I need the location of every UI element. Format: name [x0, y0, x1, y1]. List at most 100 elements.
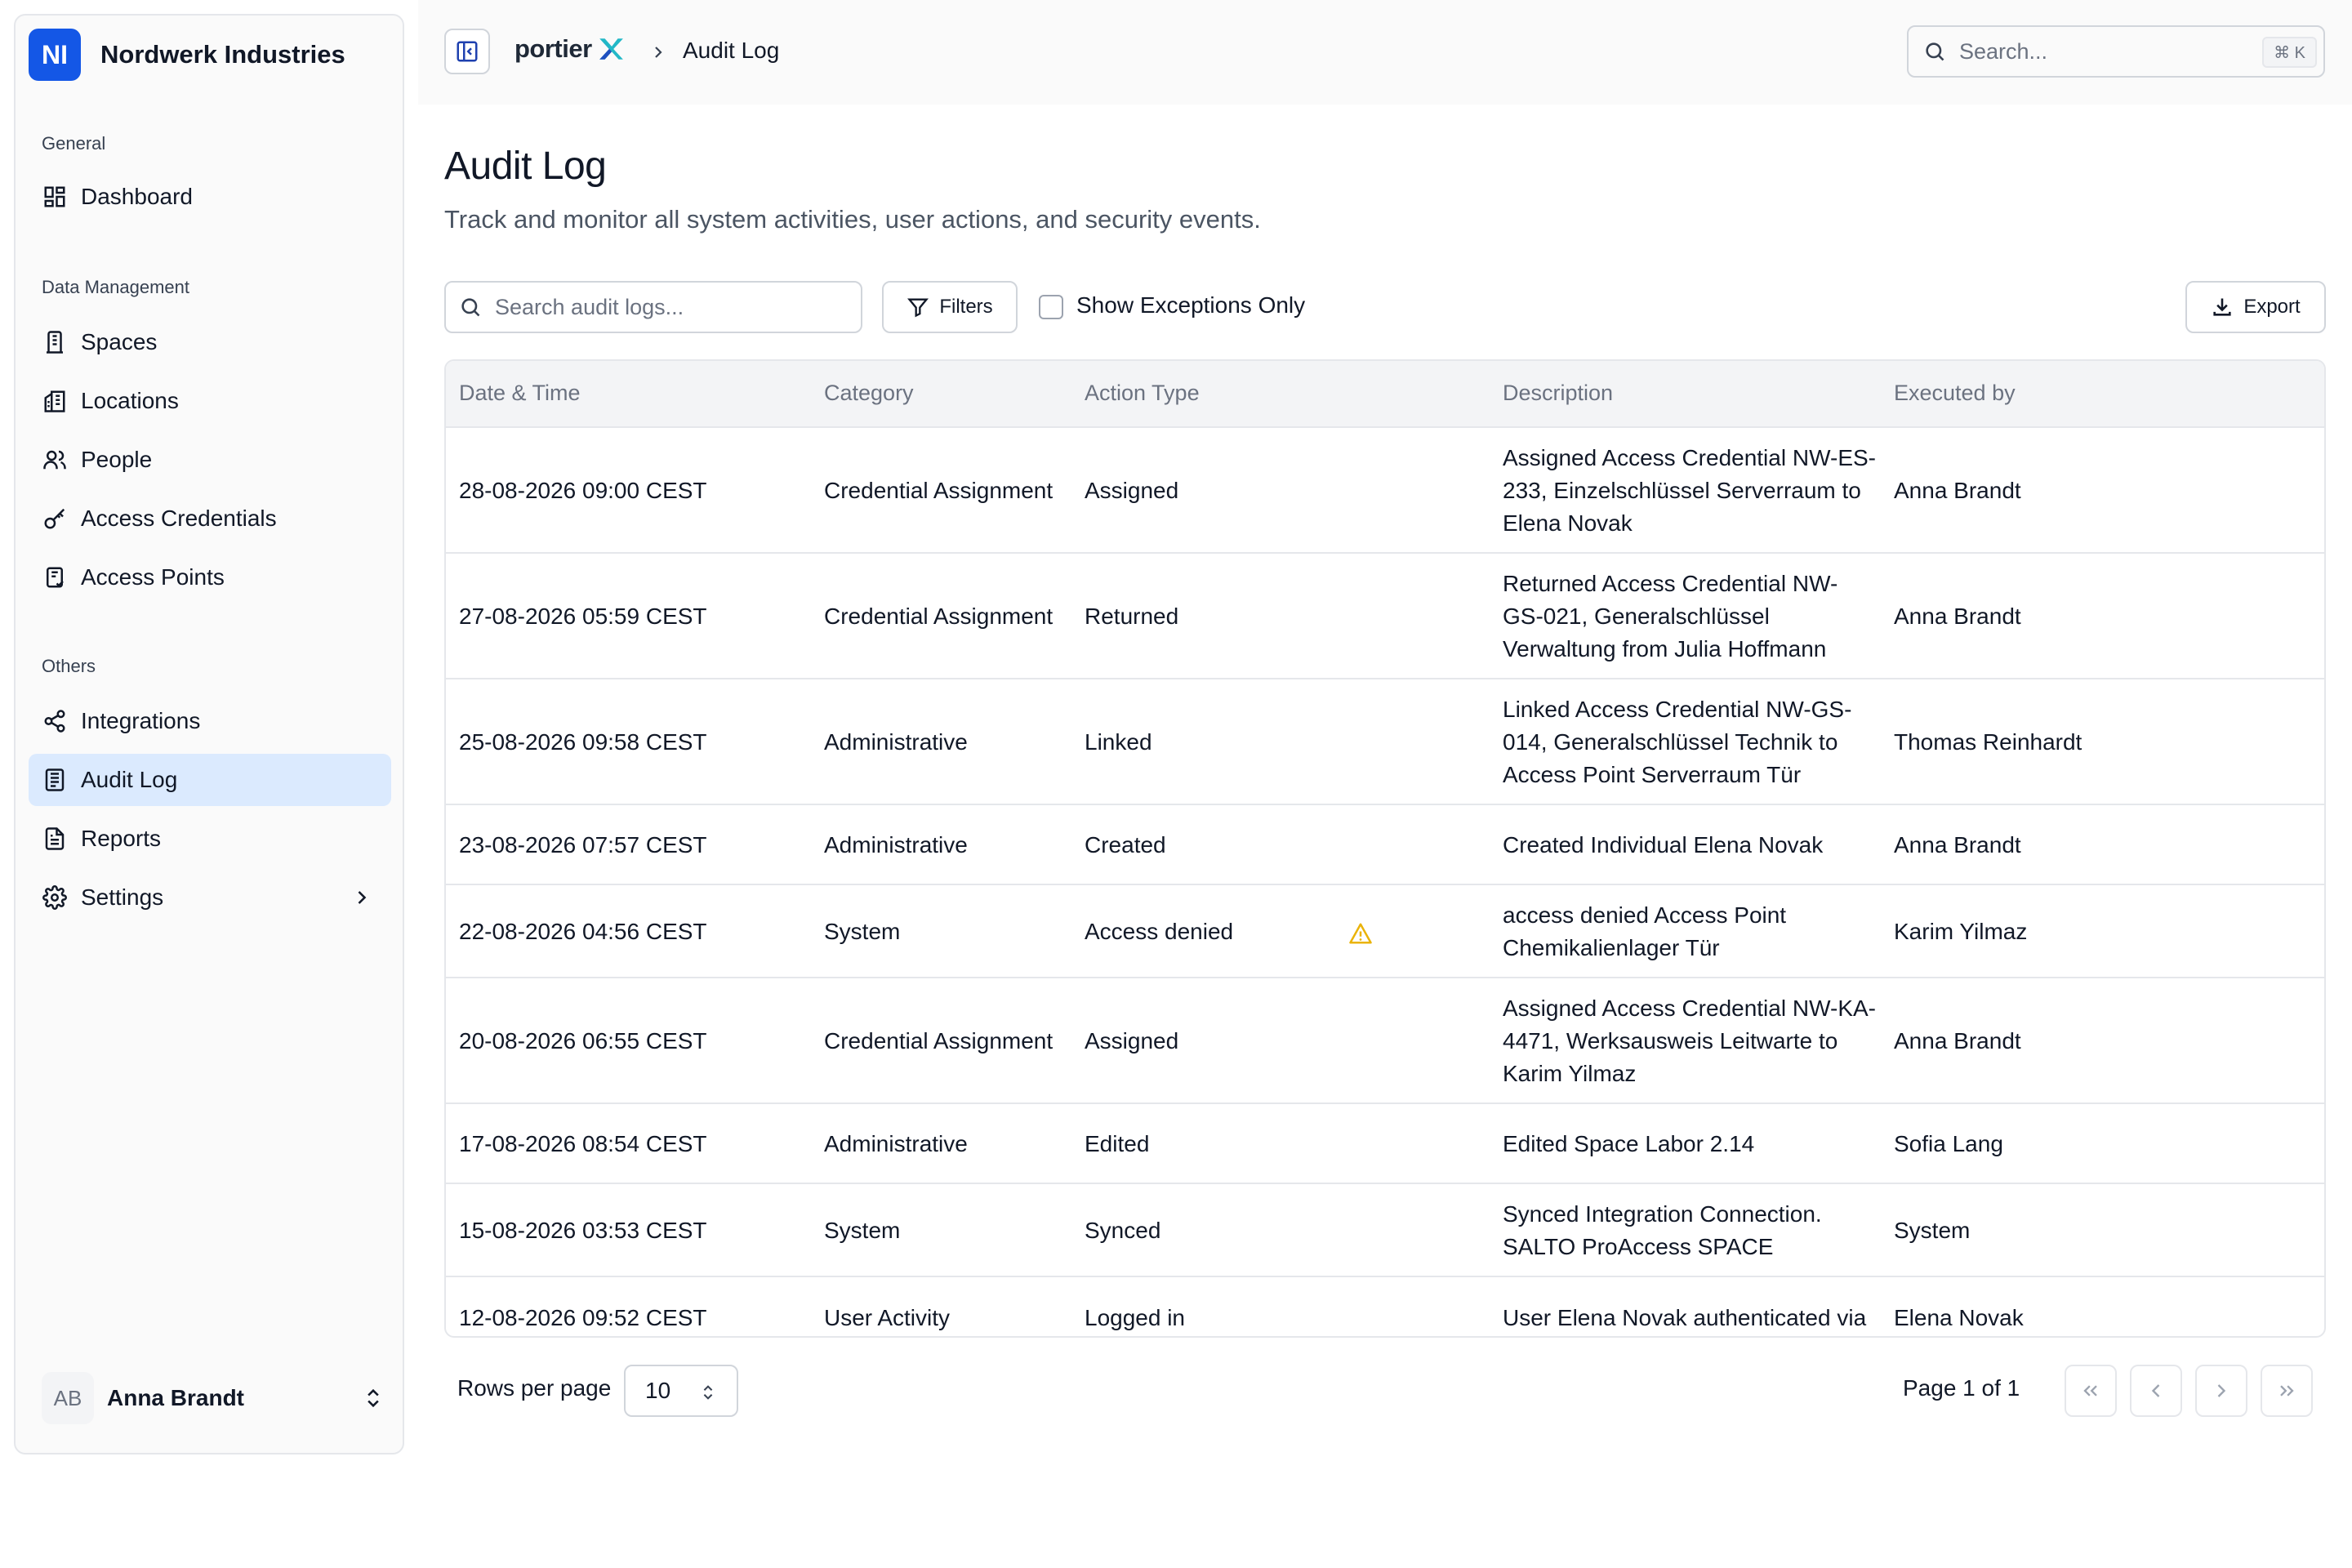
sidebar-item-dashboard[interactable]: Dashboard: [29, 171, 391, 223]
table-row[interactable]: 12-08-2026 09:52 CEST User Activity Logged…: [446, 1277, 2324, 1336]
rows-per-page-select[interactable]: 10: [624, 1365, 738, 1417]
cell-description: Returned Access Credential NW-GS-021, Ge…: [1503, 571, 1838, 662]
filters-button[interactable]: Filters: [882, 281, 1018, 333]
sidebar-item-label: People: [81, 447, 153, 472]
table-row[interactable]: 20-08-2026 06:55 CEST Credential Assignme…: [446, 978, 2324, 1104]
buildings-icon: [42, 388, 68, 414]
next-page-button[interactable]: [2195, 1365, 2247, 1417]
brand-mark-icon: [599, 38, 623, 60]
table-header: Date & Time Category Action Type Descrip…: [446, 361, 2324, 428]
cell-action-type: Assigned: [1085, 1028, 1179, 1054]
column-header-date: Date & Time: [459, 381, 581, 405]
cell-description: Linked Access Credential NW-GS-014, Gene…: [1503, 697, 1852, 787]
column-header-executed-by: Executed by: [1894, 381, 2016, 405]
audit-log-table: Date & Time Category Action Type Descrip…: [444, 359, 2326, 1338]
previous-page-button[interactable]: [2130, 1365, 2182, 1417]
cell-date: 15-08-2026 03:53 CEST: [459, 1218, 707, 1243]
breadcrumb-chevron-icon: [655, 47, 662, 58]
table-row[interactable]: 17-08-2026 08:54 CEST Administrative Edite…: [446, 1104, 2324, 1184]
sidebar-item-label: Spaces: [81, 329, 158, 354]
sidebar-item-spaces[interactable]: Spaces: [29, 316, 391, 368]
panel-left-icon: [457, 41, 478, 62]
user-menu[interactable]: AB Anna Brandt: [42, 1370, 385, 1427]
sidebar-item-label: Locations: [81, 388, 179, 413]
cell-action-type: Assigned: [1085, 478, 1179, 503]
table-row[interactable]: 22-08-2026 04:56 CEST System Access denied…: [446, 885, 2324, 978]
sidebar-item-label: Dashboard: [81, 184, 193, 209]
user-name: Anna Brandt: [107, 1385, 244, 1410]
cell-category: Credential Assignment: [824, 1028, 1054, 1054]
column-header-action-type: Action Type: [1085, 381, 1200, 405]
cell-action-type: Logged in: [1085, 1305, 1186, 1330]
cell-description: Edited Space Labor 2.14: [1503, 1131, 1755, 1156]
page-title: Audit Log: [444, 145, 607, 188]
cell-category: User Activity: [824, 1305, 951, 1330]
sidebar-item-integrations[interactable]: Integrations: [29, 695, 391, 747]
cell-action-type: Created: [1085, 832, 1166, 858]
table-row[interactable]: 23-08-2026 07:57 CEST Administrative Creat…: [446, 805, 2324, 885]
table-row[interactable]: 25-08-2026 09:58 CEST Administrative Linke…: [446, 679, 2324, 805]
exceptions-label[interactable]: Show Exceptions Only: [1076, 292, 1305, 318]
sidebar-item-people[interactable]: People: [29, 434, 391, 486]
sidebar-item-locations[interactable]: Locations: [29, 375, 391, 427]
cell-date: 17-08-2026 08:54 CEST: [459, 1131, 707, 1156]
cell-date: 22-08-2026 04:56 CEST: [459, 919, 707, 944]
chevrons-up-down-icon: [703, 1385, 713, 1400]
table-row[interactable]: 15-08-2026 03:53 CEST System Synced Synced …: [446, 1184, 2324, 1277]
cell-date: 20-08-2026 06:55 CEST: [459, 1028, 707, 1054]
audit-search-placeholder: Search audit logs...: [495, 294, 684, 319]
cell-executed-by: Sofia Lang: [1894, 1131, 2003, 1156]
cell-executed-by: Karim Yilmaz: [1894, 919, 2028, 944]
cell-executed-by: System: [1894, 1218, 1971, 1243]
sidebar-item-reports[interactable]: Reports: [29, 813, 391, 865]
cell-category: Administrative: [824, 832, 968, 858]
sidebar-item-settings[interactable]: Settings: [29, 871, 391, 924]
sidebar-item-audit-log[interactable]: Audit Log: [29, 754, 391, 806]
export-button[interactable]: Export: [2185, 281, 2326, 333]
sidebar-toggle-button[interactable]: [444, 29, 490, 74]
nav-section-others: Others: [42, 656, 96, 676]
first-page-button[interactable]: [2065, 1365, 2117, 1417]
table-row[interactable]: 28-08-2026 09:00 CEST Credential Assignme…: [446, 428, 2324, 554]
search-icon: [1926, 42, 1944, 61]
cell-date: 23-08-2026 07:57 CEST: [459, 832, 707, 858]
cell-action-type: Linked: [1085, 729, 1152, 755]
filters-label: Filters: [939, 296, 993, 318]
cell-description: User Elena Novak authenticated via: [1503, 1305, 1867, 1330]
gear-icon: [42, 884, 68, 911]
column-header-description: Description: [1503, 381, 1614, 405]
audit-search-input[interactable]: Search audit logs...: [444, 281, 862, 333]
log-icon: [42, 767, 68, 793]
building-icon: [42, 329, 68, 355]
cell-category: Administrative: [824, 729, 968, 755]
brand-logo[interactable]: portier: [514, 34, 625, 64]
door-icon: [42, 564, 68, 590]
dashboard-icon: [42, 184, 68, 210]
top-bar: portier Audit Log Search... ⌘ K: [418, 0, 2352, 105]
cell-action-type: Synced: [1085, 1218, 1161, 1243]
share-icon: [42, 708, 68, 734]
nav-section-data-management: Data Management: [42, 277, 189, 297]
cell-description: Assigned Access Credential NW-KA-4471, W…: [1503, 996, 1876, 1086]
report-icon: [42, 826, 68, 852]
cell-category: System: [824, 1218, 901, 1243]
org-logo: NI: [29, 29, 81, 81]
org-switcher[interactable]: NI Nordwerk Industries: [29, 29, 345, 81]
shortcut-badge: ⌘ K: [2262, 37, 2317, 68]
last-page-button[interactable]: [2261, 1365, 2313, 1417]
column-header-category: Category: [824, 381, 914, 405]
breadcrumb-current: Audit Log: [683, 38, 780, 63]
avatar: AB: [42, 1372, 94, 1424]
exceptions-checkbox[interactable]: [1039, 295, 1063, 319]
cell-action-type: Edited: [1085, 1131, 1150, 1156]
global-search-input[interactable]: Search... ⌘ K: [1907, 25, 2325, 78]
sidebar-item-access-points[interactable]: Access Points: [29, 551, 391, 604]
sidebar-item-access-credentials[interactable]: Access Credentials: [29, 492, 391, 545]
users-icon: [42, 447, 68, 473]
cell-action-type: Access denied: [1085, 919, 1234, 944]
cell-category: Administrative: [824, 1131, 968, 1156]
cell-action-type: Returned: [1085, 604, 1179, 629]
cell-executed-by: Anna Brandt: [1894, 604, 2021, 629]
table-row[interactable]: 27-08-2026 05:59 CEST Credential Assignme…: [446, 554, 2324, 679]
chevrons-up-down-icon: [368, 1388, 379, 1408]
